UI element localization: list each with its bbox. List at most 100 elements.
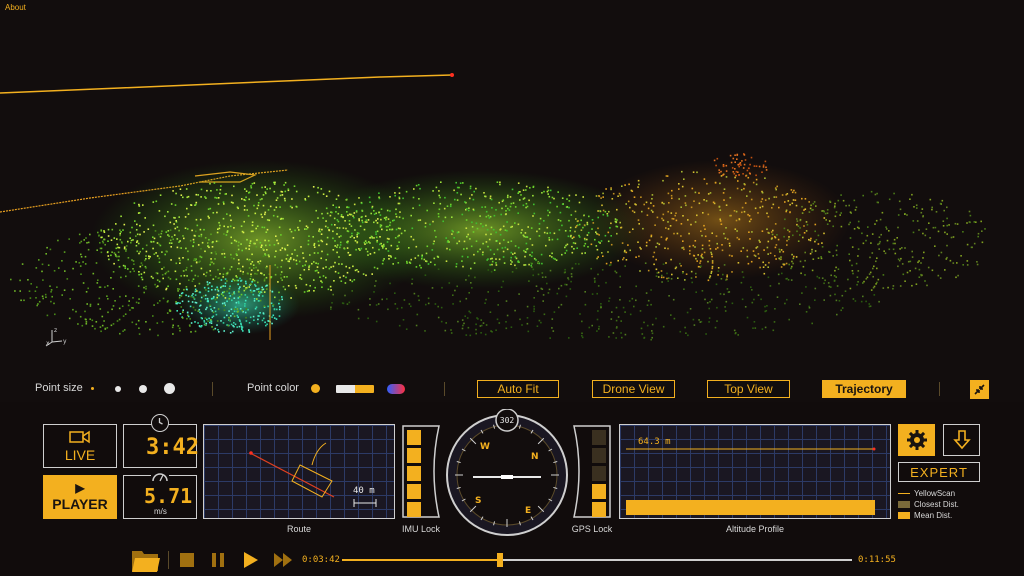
cloud-point bbox=[320, 280, 322, 282]
fast-forward-button[interactable] bbox=[274, 553, 292, 567]
cloud-point bbox=[432, 242, 435, 245]
cloud-point bbox=[141, 278, 144, 281]
pause-button[interactable] bbox=[211, 553, 225, 567]
cloud-point bbox=[100, 229, 102, 231]
cloud-point bbox=[373, 251, 376, 254]
cloud-point bbox=[759, 241, 761, 243]
cloud-point bbox=[840, 225, 843, 228]
cloud-point bbox=[715, 235, 718, 237]
cloud-point bbox=[283, 197, 286, 200]
settings-button[interactable] bbox=[898, 424, 935, 456]
cloud-point bbox=[608, 300, 610, 302]
cloud-point bbox=[547, 214, 549, 217]
cloud-point bbox=[140, 276, 143, 279]
cloud-point bbox=[63, 251, 66, 253]
cloud-point bbox=[209, 270, 211, 272]
cloud-point bbox=[616, 232, 618, 235]
cloud-point bbox=[36, 286, 38, 288]
cloud-point bbox=[413, 188, 415, 190]
player-button[interactable]: ▶ PLAYER bbox=[43, 475, 117, 519]
cloud-point bbox=[179, 262, 181, 264]
point-color-rainbow[interactable] bbox=[387, 384, 405, 394]
cloud-point bbox=[524, 232, 527, 234]
cloud-point bbox=[607, 240, 610, 243]
point-size-m[interactable] bbox=[139, 385, 147, 393]
cloud-point bbox=[955, 276, 957, 279]
cloud-point bbox=[377, 218, 379, 220]
top-view-button[interactable]: Top View bbox=[707, 380, 790, 398]
point-size-s[interactable] bbox=[115, 386, 121, 392]
cloud-point bbox=[173, 234, 176, 236]
cloud-point bbox=[319, 230, 321, 233]
cloud-point bbox=[376, 222, 379, 224]
point-size-xs[interactable] bbox=[91, 387, 94, 390]
cloud-point bbox=[375, 320, 378, 323]
cloud-point bbox=[167, 276, 170, 279]
cloud-point bbox=[495, 329, 497, 331]
cloud-point bbox=[875, 283, 877, 285]
collapse-view-button[interactable] bbox=[970, 380, 989, 399]
cloud-point bbox=[104, 328, 107, 330]
play-button[interactable] bbox=[243, 552, 258, 568]
cloud-point bbox=[865, 239, 867, 242]
cloud-point bbox=[608, 210, 610, 213]
cloud-point bbox=[306, 290, 309, 293]
cloud-point bbox=[454, 289, 456, 292]
cloud-point bbox=[238, 325, 241, 328]
open-folder-button[interactable] bbox=[131, 548, 161, 573]
cloud-point bbox=[269, 187, 271, 190]
drone-view-button[interactable]: Drone View bbox=[592, 380, 675, 398]
cloud-point bbox=[75, 261, 77, 263]
cloud-point bbox=[517, 192, 519, 194]
cloud-point bbox=[238, 291, 240, 293]
cloud-point bbox=[451, 233, 453, 235]
cloud-point bbox=[179, 259, 181, 262]
cloud-point bbox=[360, 247, 363, 250]
cloud-point bbox=[316, 266, 319, 268]
expert-button[interactable]: EXPERT bbox=[898, 462, 980, 482]
cloud-point bbox=[523, 197, 526, 199]
cloud-point bbox=[473, 190, 475, 193]
cloud-point bbox=[61, 260, 63, 262]
cloud-point bbox=[744, 202, 747, 204]
cloud-point bbox=[811, 269, 814, 272]
cloud-point bbox=[621, 185, 623, 187]
cloud-point bbox=[425, 252, 428, 255]
cloud-point bbox=[714, 182, 717, 184]
cloud-point bbox=[782, 250, 785, 253]
cloud-point bbox=[751, 231, 753, 233]
point-size-l[interactable] bbox=[164, 383, 175, 394]
cloud-point bbox=[708, 321, 710, 323]
cloud-point bbox=[501, 247, 504, 249]
cloud-point bbox=[91, 325, 94, 327]
cloud-point bbox=[801, 212, 804, 214]
cloud-point bbox=[566, 243, 569, 246]
point-color-gradient-toggle[interactable] bbox=[336, 385, 374, 393]
cloud-point bbox=[648, 239, 651, 242]
cloud-point bbox=[856, 283, 858, 286]
point-cloud-viewport[interactable]: About z x y bbox=[0, 0, 1024, 376]
cloud-point bbox=[711, 232, 713, 234]
cloud-point bbox=[774, 308, 776, 310]
point-color-solid[interactable] bbox=[311, 384, 320, 393]
cloud-point bbox=[336, 219, 339, 221]
route-map[interactable]: 40 m bbox=[203, 424, 395, 519]
cloud-point bbox=[205, 308, 207, 311]
cloud-point bbox=[666, 272, 668, 275]
cloud-point bbox=[295, 259, 298, 262]
seek-thumb[interactable] bbox=[497, 553, 504, 567]
download-button[interactable] bbox=[943, 424, 980, 456]
about-link[interactable]: About bbox=[5, 3, 26, 12]
stop-button[interactable] bbox=[180, 553, 194, 567]
seek-track[interactable] bbox=[342, 553, 852, 567]
cloud-point bbox=[693, 255, 696, 257]
cloud-point bbox=[882, 274, 885, 276]
cloud-point bbox=[598, 234, 600, 236]
cloud-point bbox=[737, 262, 740, 264]
trajectory-button[interactable]: Trajectory bbox=[822, 380, 906, 398]
live-button[interactable]: LIVE bbox=[43, 424, 117, 468]
cloud-point bbox=[811, 322, 813, 325]
cloud-point bbox=[528, 263, 530, 266]
auto-fit-button[interactable]: Auto Fit bbox=[477, 380, 559, 398]
cloud-point bbox=[277, 281, 279, 283]
